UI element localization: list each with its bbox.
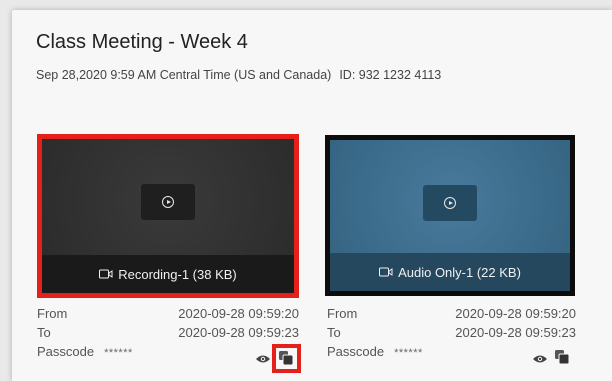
recording-details: From 2020-09-28 09:59:20 To 2020-09-28 0… [37, 306, 301, 373]
play-icon [162, 196, 174, 208]
eye-icon[interactable] [255, 352, 271, 367]
to-label: To [37, 325, 51, 340]
recording-caption-text: Audio Only-1 (22 KB) [398, 264, 521, 280]
recording-thumbnail-audio[interactable]: Audio Only-1 (22 KB) [325, 135, 575, 296]
meeting-subtitle: Sep 28,2020 9:59 AM Central Time (US and… [36, 68, 441, 82]
recording-caption-text: Recording-1 (38 KB) [118, 266, 237, 282]
recording-thumbnail-video[interactable]: Recording-1 (38 KB) [37, 134, 299, 298]
from-label: From [37, 306, 68, 321]
from-value: 2020-09-28 09:59:20 [455, 306, 576, 321]
passcode-row: Passcode ****** [37, 344, 133, 359]
to-value: 2020-09-28 09:59:23 [178, 325, 299, 340]
passcode-label: Passcode [37, 344, 95, 359]
recording-caption: Recording-1 (38 KB) [42, 255, 294, 293]
passcode-label: Passcode [327, 344, 385, 359]
passcode-value: ****** [394, 347, 423, 359]
meeting-card: Class Meeting - Week 4 Sep 28,2020 9:59 … [12, 10, 612, 381]
from-label: From [327, 306, 358, 321]
from-value: 2020-09-28 09:59:20 [178, 306, 299, 321]
video-camera-icon [99, 269, 113, 279]
play-icon [444, 197, 456, 209]
meeting-datetime: Sep 28,2020 9:59 AM Central Time (US and… [36, 68, 332, 82]
meeting-id: ID: 932 1232 4113 [339, 68, 442, 82]
play-button[interactable] [141, 184, 195, 220]
recording-details: From 2020-09-28 09:59:20 To 2020-09-28 0… [327, 306, 576, 366]
to-label: To [327, 325, 341, 340]
passcode-value: ****** [104, 347, 133, 359]
to-row: To [37, 325, 51, 340]
recording-caption: Audio Only-1 (22 KB) [330, 253, 570, 291]
passcode-row: Passcode ****** [327, 344, 423, 359]
eye-icon[interactable] [532, 352, 548, 367]
play-button[interactable] [423, 185, 477, 221]
copy-icon[interactable] [554, 349, 570, 368]
copy-icon[interactable] [278, 350, 294, 369]
video-camera-icon [379, 267, 393, 277]
to-row: To [327, 325, 341, 340]
from-row: From [37, 306, 67, 321]
to-value: 2020-09-28 09:59:23 [455, 325, 576, 340]
from-row: From [327, 306, 357, 321]
meeting-title: Class Meeting - Week 4 [36, 31, 248, 53]
